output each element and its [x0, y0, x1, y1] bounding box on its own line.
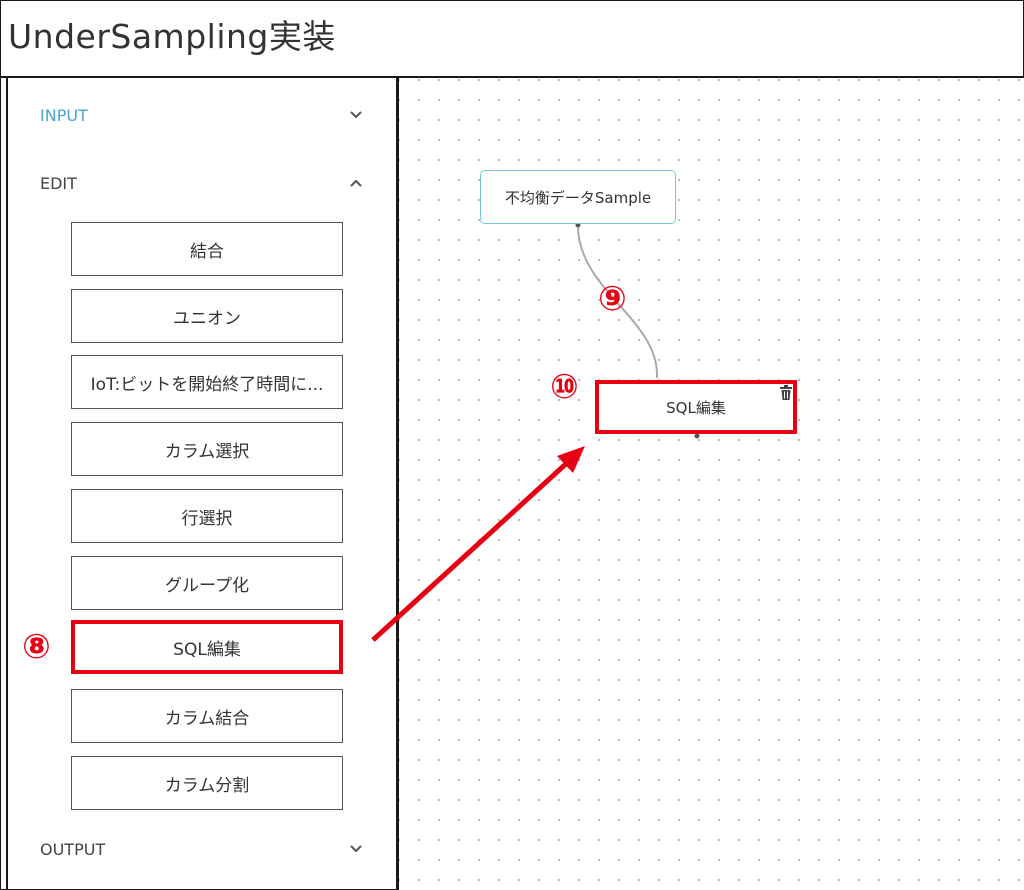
step-8-marker: ⑧ [22, 627, 51, 667]
tool-join-button[interactable]: 結合 [71, 222, 343, 276]
section-output-header[interactable]: OUTPUT [40, 834, 380, 864]
chevron-down-icon [350, 845, 370, 853]
chevron-up-icon [350, 179, 370, 187]
tool-iot-bit-button[interactable]: IoT:ビットを開始終了時間に... [71, 355, 343, 409]
tool-column-split-button[interactable]: カラム分割 [71, 756, 343, 810]
page-title: UnderSampling実装 [8, 17, 336, 56]
section-input-header[interactable]: INPUT [40, 100, 380, 130]
tool-group-button[interactable]: グループ化 [71, 556, 343, 610]
tool-row-select-button[interactable]: 行選択 [71, 489, 343, 543]
tool-sql-edit-button[interactable]: SQL編集 [71, 620, 343, 674]
tool-column-concat-button[interactable]: カラム結合 [71, 689, 343, 743]
canvas-node-source[interactable]: 不均衡データSample [480, 170, 676, 224]
section-edit-header[interactable]: EDIT [40, 168, 380, 198]
step-9-marker: ⑨ [598, 279, 627, 319]
tool-union-button[interactable]: ユニオン [71, 289, 343, 343]
trash-icon[interactable] [779, 385, 793, 401]
sidebar-border [6, 78, 8, 890]
canvas-node-sql[interactable]: SQL編集 [595, 380, 797, 434]
tool-column-select-button[interactable]: カラム選択 [71, 422, 343, 476]
chevron-down-icon [350, 111, 370, 119]
section-output-label: OUTPUT [40, 839, 106, 859]
step-10-marker: ⑩ [550, 367, 579, 407]
section-input-label: INPUT [40, 105, 88, 125]
section-edit-label: EDIT [40, 173, 77, 193]
